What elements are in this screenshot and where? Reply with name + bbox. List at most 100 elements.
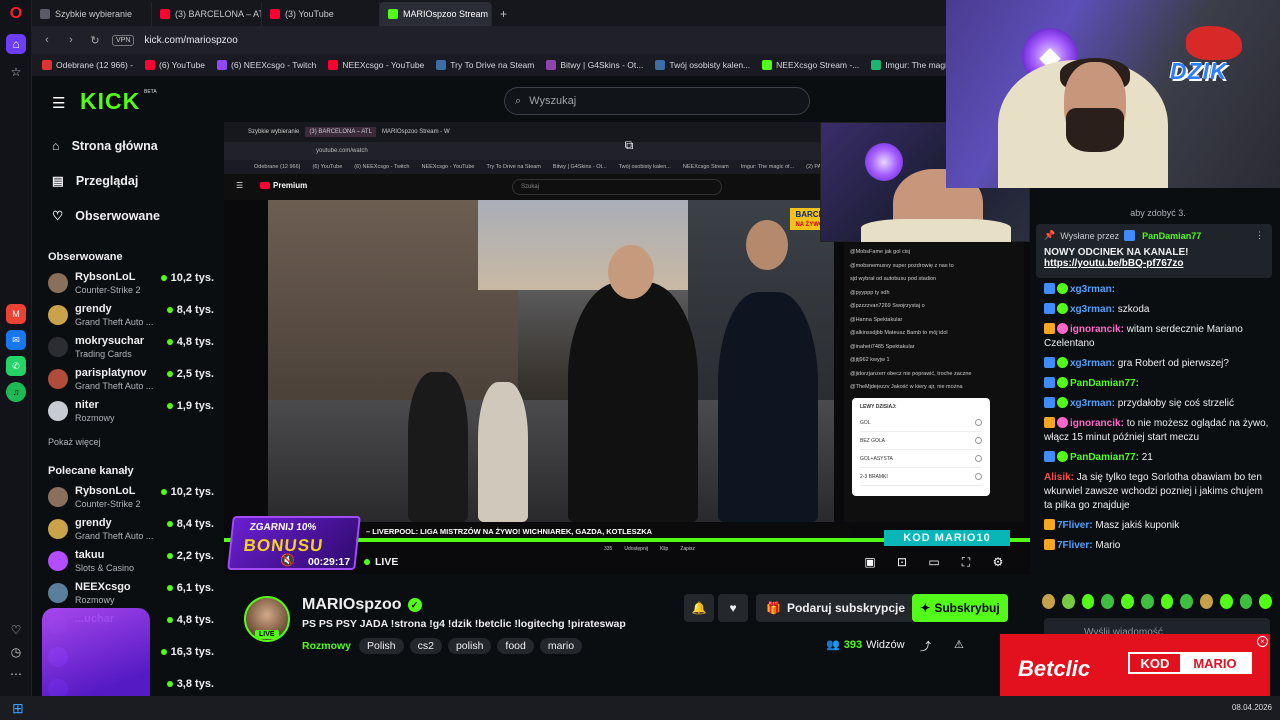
tab-youtube[interactable]: (3) YouTube	[262, 2, 380, 26]
nav-browse[interactable]: ▤ Przeglądaj	[32, 163, 222, 198]
opera-logo-icon[interactable]: O	[6, 4, 26, 24]
channel-row[interactable]: parisplatynov Grand Theft Auto ... 2,5 tys…	[32, 363, 222, 395]
gmail-icon[interactable]: M	[6, 304, 26, 324]
chat-username[interactable]: xg3rman:	[1070, 358, 1115, 369]
reload-icon[interactable]: ↻	[88, 34, 102, 47]
chat-username[interactable]: xg3rman:	[1070, 284, 1115, 295]
search-input[interactable]: ⌕ Wyszukaj	[504, 87, 810, 115]
nav-home[interactable]: ⌂ Strona główna	[32, 128, 222, 163]
theater-icon[interactable]: ▭	[924, 552, 944, 572]
emote-icon[interactable]	[1219, 594, 1233, 609]
emote-icon[interactable]	[1200, 594, 1213, 609]
emote-icon[interactable]	[1081, 594, 1095, 609]
streamer-name[interactable]: MARIOspzoo ✓	[302, 596, 422, 614]
spotify-icon[interactable]: ♫	[6, 382, 26, 402]
pinned-link[interactable]: https://youtu.be/bBQ-pf767zo	[1044, 258, 1264, 269]
forward-icon[interactable]: ›	[64, 34, 78, 46]
report-icon[interactable]: ⚠	[954, 638, 964, 651]
chat-username[interactable]: ignorancik:	[1070, 418, 1124, 429]
new-tab-button[interactable]: +	[492, 2, 515, 26]
whatsapp-icon[interactable]: ✆	[6, 356, 26, 376]
nav-following[interactable]: ♡ Obserwowane	[32, 198, 222, 233]
tag-pill[interactable]: Polish	[359, 638, 404, 654]
chat-username[interactable]: xg3rman:	[1070, 304, 1115, 315]
clip-icon[interactable]: ▣	[860, 552, 880, 572]
messenger-icon[interactable]: ✉	[6, 330, 26, 350]
popout-icon[interactable]: ⧉	[620, 136, 638, 154]
channel-viewers: 2,5 tys.	[166, 368, 214, 380]
bookmark-item[interactable]: (6) NEEXcsgo - Twitch	[217, 60, 316, 70]
bookmark-item[interactable]: Bitwy | G4Skins - Ot...	[546, 60, 643, 70]
channel-row[interactable]: niter Rozmowy 1,9 tys.	[32, 395, 222, 427]
emote-icon[interactable]	[1259, 594, 1272, 609]
close-icon[interactable]: ×	[1257, 636, 1268, 647]
share-icon[interactable]: ⤴	[920, 638, 931, 654]
emote-icon[interactable]	[1180, 594, 1193, 609]
home-icon[interactable]: ⌂	[6, 34, 26, 54]
kick-logo[interactable]: KICK	[80, 88, 140, 115]
vpn-badge[interactable]: VPN	[112, 34, 135, 46]
chat-username[interactable]: xg3rman:	[1070, 398, 1115, 409]
tag-pill[interactable]: cs2	[409, 638, 442, 654]
channel-row[interactable]: takuu Slots & Casino 2,2 tys.	[32, 545, 222, 577]
tab-speed-dial[interactable]: Szybkie wybieranie	[32, 2, 152, 26]
chat-username[interactable]: 7Fliver:	[1057, 540, 1093, 551]
tab-mario-stream[interactable]: MARIOspzoo Stream - W	[380, 2, 492, 26]
notification-bell-button[interactable]: 🔔	[684, 594, 714, 622]
unpin-icon[interactable]: ⋮	[1255, 230, 1264, 241]
windows-start-icon[interactable]: ⊞	[12, 700, 24, 717]
history-icon[interactable]: ◷	[6, 642, 26, 662]
chat-username[interactable]: 7Fliver:	[1057, 520, 1093, 531]
show-more-link[interactable]: Pokaż więcej	[32, 431, 222, 453]
live-dot	[166, 403, 173, 409]
cast-icon[interactable]: ⊡	[892, 552, 912, 572]
more-icon[interactable]: ⋯	[6, 664, 26, 684]
video-player[interactable]: Szybkie wybieranie (3) BARCELONA – ATL M…	[224, 122, 1030, 574]
emote-icon[interactable]	[1140, 594, 1154, 609]
chat-username[interactable]: PanDamian77:	[1070, 378, 1139, 389]
follow-heart-button[interactable]: ♥	[718, 594, 748, 622]
bookmark-label: Try To Drive na Steam	[450, 60, 535, 70]
chat-username[interactable]: Alisik:	[1044, 472, 1074, 483]
channel-row[interactable]: NEEXcsgo Rozmowy 6,1 tys.	[32, 577, 222, 609]
tag-pill[interactable]: mario	[539, 638, 583, 654]
bookmark-item[interactable]: Odebrane (12 966) -	[42, 60, 133, 70]
mute-icon[interactable]: 🔇	[280, 553, 295, 567]
gift-sub-button[interactable]: 🎁 Podaruj subskrypcje	[756, 594, 915, 622]
emote-icon[interactable]	[1160, 594, 1174, 609]
tab-barcelona[interactable]: (3) BARCELONA – ATL	[152, 2, 262, 26]
channel-row[interactable]: grendy Grand Theft Auto ... 8,4 tys.	[32, 513, 222, 545]
bookmark-item[interactable]: Imgur: The magic of...	[871, 60, 946, 70]
tag-pill[interactable]: polish	[447, 638, 492, 654]
bookmark-item[interactable]: (6) YouTube	[145, 60, 205, 70]
channel-row[interactable]: grendy Grand Theft Auto ... 8,4 tys.	[32, 299, 222, 331]
channel-row[interactable]: mokrysuchar Trading Cards 4,8 tys.	[32, 331, 222, 363]
pinned-user[interactable]: PanDamian77	[1142, 231, 1201, 241]
chat-username[interactable]: PanDamian77:	[1070, 452, 1139, 463]
boar-logo-icon	[865, 143, 903, 181]
star-icon[interactable]: ☆	[6, 62, 26, 82]
bookmark-item[interactable]: NEEXcsgo - YouTube	[328, 60, 424, 70]
bookmark-item[interactable]: NEEXcsgo Stream -...	[762, 60, 859, 70]
kick-icon	[388, 9, 398, 19]
bookmark-item[interactable]: Try To Drive na Steam	[436, 60, 534, 70]
emote-icon[interactable]	[1061, 594, 1075, 609]
emote-icon[interactable]	[1121, 594, 1134, 609]
category-link[interactable]: Rozmowy	[302, 640, 351, 652]
menu-icon[interactable]: ☰	[52, 94, 65, 112]
emote-icon[interactable]	[1101, 594, 1114, 609]
fullscreen-icon[interactable]: ⛶	[956, 552, 976, 572]
subscribe-button[interactable]: ✦ Subskrybuj	[912, 594, 1008, 622]
channel-row[interactable]: RybsonLoL Counter-Strike 2 10,2 tys.	[32, 481, 222, 513]
chat-username[interactable]: ignorancik:	[1070, 324, 1124, 335]
settings-icon[interactable]: ⚙	[988, 552, 1008, 572]
channel-row[interactable]: RybsonLoL Counter-Strike 2 10,2 tys.	[32, 267, 222, 299]
tag-pill[interactable]: food	[497, 638, 534, 654]
heart-icon[interactable]: ♡	[6, 620, 26, 640]
emote-icon[interactable]	[1239, 594, 1253, 609]
bookmark-item[interactable]: Twój osobisty kalen...	[655, 60, 750, 70]
captured-bookmark: (6) NEEXcsgo - Twitch	[354, 164, 410, 170]
back-icon[interactable]: ‹	[40, 34, 54, 46]
emote-icon[interactable]	[1042, 594, 1055, 609]
url-field[interactable]: kick.com/mariospzoo	[144, 35, 237, 46]
